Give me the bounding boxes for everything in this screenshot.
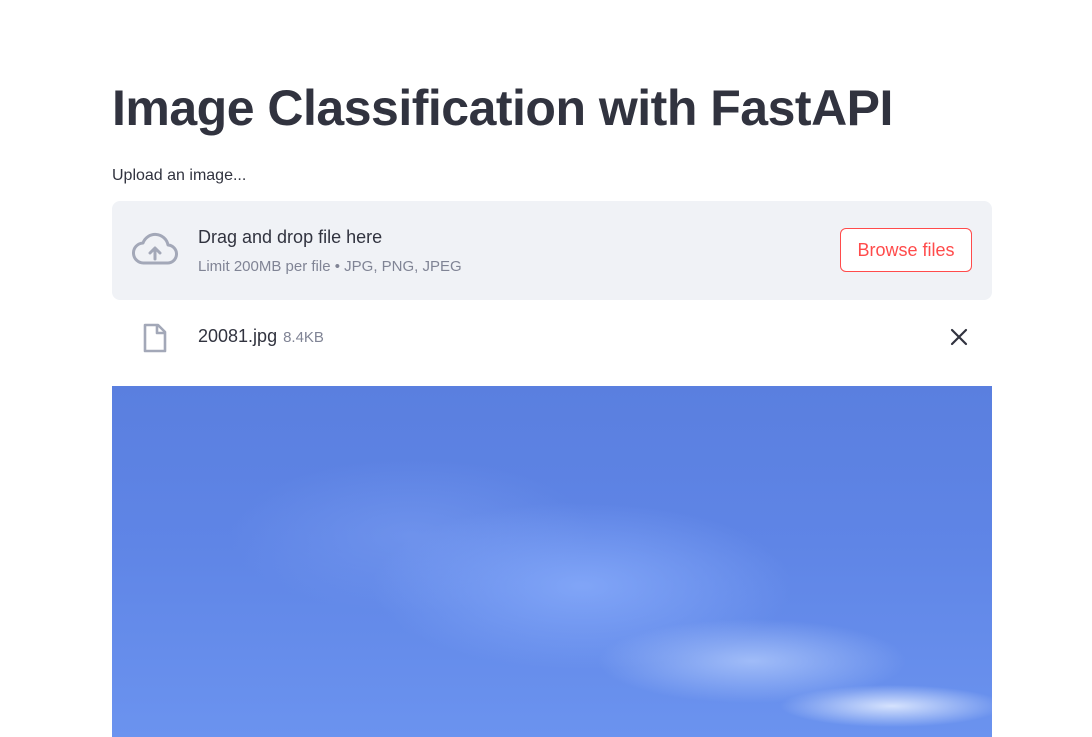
close-icon — [950, 328, 968, 346]
file-dropzone[interactable]: Drag and drop file here Limit 200MB per … — [112, 201, 992, 300]
browse-files-button[interactable]: Browse files — [840, 228, 972, 272]
dropzone-text: Drag and drop file here — [198, 227, 383, 247]
uploaded-file-size: 8.4KB — [283, 329, 324, 346]
dropzone-instructions: Drag and drop file here Limit 200MB per … — [198, 225, 462, 277]
uploader-label: Upload an image... — [112, 167, 247, 184]
file-icon — [142, 323, 168, 353]
uploaded-file-name: 20081.jpg — [198, 326, 278, 346]
uploaded-file-name-wrapper: 20081.jpg 8.4KB — [198, 324, 324, 350]
page-title: Image Classification with FastAPI — [112, 80, 893, 136]
main-page: Image Classification with FastAPI Upload… — [0, 0, 1092, 737]
cloud-upload-icon — [132, 231, 178, 269]
uploaded-image-preview — [112, 386, 992, 737]
dropzone-limit-text: Limit 200MB per file • JPG, PNG, JPEG — [198, 258, 462, 275]
remove-file-button[interactable] — [944, 322, 974, 352]
uploaded-file-row: 20081.jpg 8.4KB — [112, 312, 992, 362]
